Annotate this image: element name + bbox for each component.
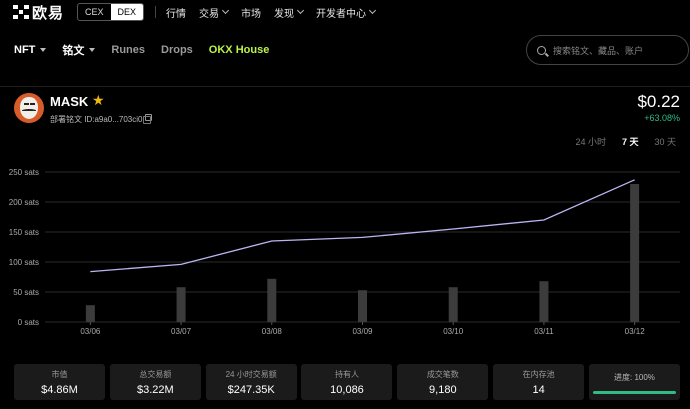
- stats-bar: 市值 $4.86M 总交易额 $3.22M 24 小时交易额 $247.35K …: [14, 364, 680, 400]
- search-input[interactable]: 搜索铭文、藏品、账户: [526, 35, 689, 65]
- dex-button[interactable]: DEX: [110, 4, 144, 20]
- progress-label: 进度: 100%: [614, 372, 655, 382]
- stat-label: 总交易额: [139, 369, 172, 379]
- price-volume-chart: 0 sats 50 sats 100 sats 150 sats 200 sats 250…: [9, 168, 680, 336]
- y-tick-label: 100 sats: [9, 258, 39, 267]
- y-tick-label: 50 sats: [13, 288, 39, 297]
- logo-text: 欧易: [32, 4, 65, 22]
- mask-mustache: [22, 109, 36, 112]
- stat-mempool: 在内存池 14: [493, 364, 585, 400]
- stat-label: 成交笔数: [426, 369, 459, 379]
- token-id: 部署铭文 ID:a9a0...703ci0: [50, 115, 143, 124]
- nav-menu: 行情 交易 市场 发现 开发者中心: [166, 5, 388, 20]
- stat-holders: 持有人 10,086: [301, 364, 393, 400]
- y-tick-label: 150 sats: [9, 228, 39, 237]
- tab-label: Drops: [161, 44, 193, 56]
- volume-bar: [267, 278, 277, 322]
- y-tick-label: 250 sats: [9, 168, 39, 177]
- tab-inscriptions[interactable]: 铭文: [62, 42, 96, 58]
- mask-face-icon: [20, 97, 38, 119]
- volume-bar: [448, 287, 458, 322]
- tab-label: 铭文: [62, 45, 85, 57]
- x-tick-label: 03/09: [352, 327, 373, 336]
- chevron-down-icon: [297, 6, 305, 15]
- nav-item-label: 市场: [241, 8, 262, 20]
- nav-item-label: 开发者中心: [316, 8, 367, 20]
- progress-fill: [592, 391, 676, 394]
- stat-label: 持有人: [334, 369, 359, 379]
- stat-value: $3.22M: [136, 383, 174, 396]
- stat-market-cap: 市值 $4.86M: [14, 364, 105, 400]
- logo[interactable]: 欧易: [13, 2, 64, 23]
- progress-track: [592, 391, 676, 394]
- nav-item-label: 发现: [274, 8, 295, 20]
- nav-item-label: 交易: [199, 8, 220, 20]
- tab-label: NFT: [14, 44, 36, 56]
- volume-bar: [85, 305, 95, 322]
- cex-button[interactable]: CEX: [78, 4, 111, 20]
- token-name: MASK: [50, 94, 89, 109]
- nav-item-discover[interactable]: 发现: [274, 5, 305, 20]
- price-change: +63.08%: [644, 113, 680, 123]
- nav-item-trade[interactable]: 交易: [199, 5, 230, 20]
- nav-separator: [155, 6, 157, 18]
- stat-transactions: 成交笔数 9,180: [397, 364, 489, 400]
- time-range-tabs: 24 小时 7 天 30 天: [559, 135, 676, 148]
- x-tick-label: 03/08: [262, 327, 283, 336]
- tab-drops[interactable]: Drops: [161, 44, 193, 56]
- search-placeholder: 搜索铭文、藏品、账户: [553, 45, 644, 56]
- nav-item-label: 行情: [166, 8, 187, 20]
- tab-30d[interactable]: 30 天: [654, 135, 676, 148]
- price-line: [90, 179, 635, 273]
- mask-eye: [30, 103, 35, 105]
- token-price: $0.22: [637, 92, 680, 111]
- stat-value: 10,086: [330, 383, 364, 396]
- x-tick-label: 03/07: [171, 327, 192, 336]
- volume-bar: [630, 184, 640, 322]
- tab-okx-house[interactable]: OKX House: [209, 44, 270, 56]
- stat-label: 24 小时交易额: [225, 369, 277, 379]
- copy-icon[interactable]: [143, 114, 152, 124]
- x-tick-label: 03/06: [80, 327, 101, 336]
- y-tick-label: 200 sats: [9, 198, 39, 207]
- stat-label: 在内存池: [522, 369, 555, 379]
- x-tick-label: 03/12: [625, 327, 646, 336]
- volume-bar: [539, 281, 549, 322]
- nav-item-developer[interactable]: 开发者中心: [316, 5, 377, 20]
- tab-label: Runes: [111, 44, 146, 56]
- cex-dex-switch: CEX DEX: [77, 3, 145, 21]
- volume-bar: [176, 287, 186, 322]
- x-tick-label: 03/10: [443, 327, 464, 336]
- tab-runes[interactable]: Runes: [111, 44, 145, 56]
- stat-value: 9,180: [429, 383, 457, 396]
- tab-label: OKX House: [208, 44, 270, 56]
- stat-value: $4.86M: [41, 383, 78, 396]
- nav-item-market[interactable]: 行情: [166, 5, 186, 20]
- token-avatar: [14, 93, 44, 123]
- stat-label: 市值: [51, 369, 68, 379]
- y-tick-label: 0 sats: [18, 318, 39, 327]
- stat-value: $247.35K: [227, 383, 275, 396]
- tab-7d[interactable]: 7 天: [622, 135, 639, 148]
- search-icon: [537, 45, 546, 55]
- chevron-down-icon: [369, 6, 377, 15]
- chevron-down-icon: [222, 6, 230, 15]
- stat-total-volume: 总交易额 $3.22M: [109, 364, 201, 400]
- header-divider: [0, 86, 690, 87]
- nav-item-marketplace[interactable]: 市场: [241, 5, 261, 20]
- mask-eye: [24, 103, 29, 105]
- volume-bar: [358, 290, 367, 322]
- tab-24h[interactable]: 24 小时: [575, 135, 606, 148]
- x-tick-label: 03/11: [534, 327, 554, 336]
- stat-progress: 进度: 100%: [588, 364, 680, 400]
- stat-value: 14: [532, 383, 545, 396]
- caret-down-icon: [40, 48, 47, 52]
- star-icon[interactable]: ★: [92, 92, 105, 109]
- tab-nft[interactable]: NFT: [14, 44, 47, 56]
- caret-down-icon: [89, 48, 96, 52]
- top-nav: 欧易 CEX DEX 行情 交易 市场 发现 开发者中心: [0, 0, 690, 24]
- stat-24h-volume: 24 小时交易额 $247.35K: [205, 364, 297, 400]
- okx-logo-icon: [13, 5, 29, 19]
